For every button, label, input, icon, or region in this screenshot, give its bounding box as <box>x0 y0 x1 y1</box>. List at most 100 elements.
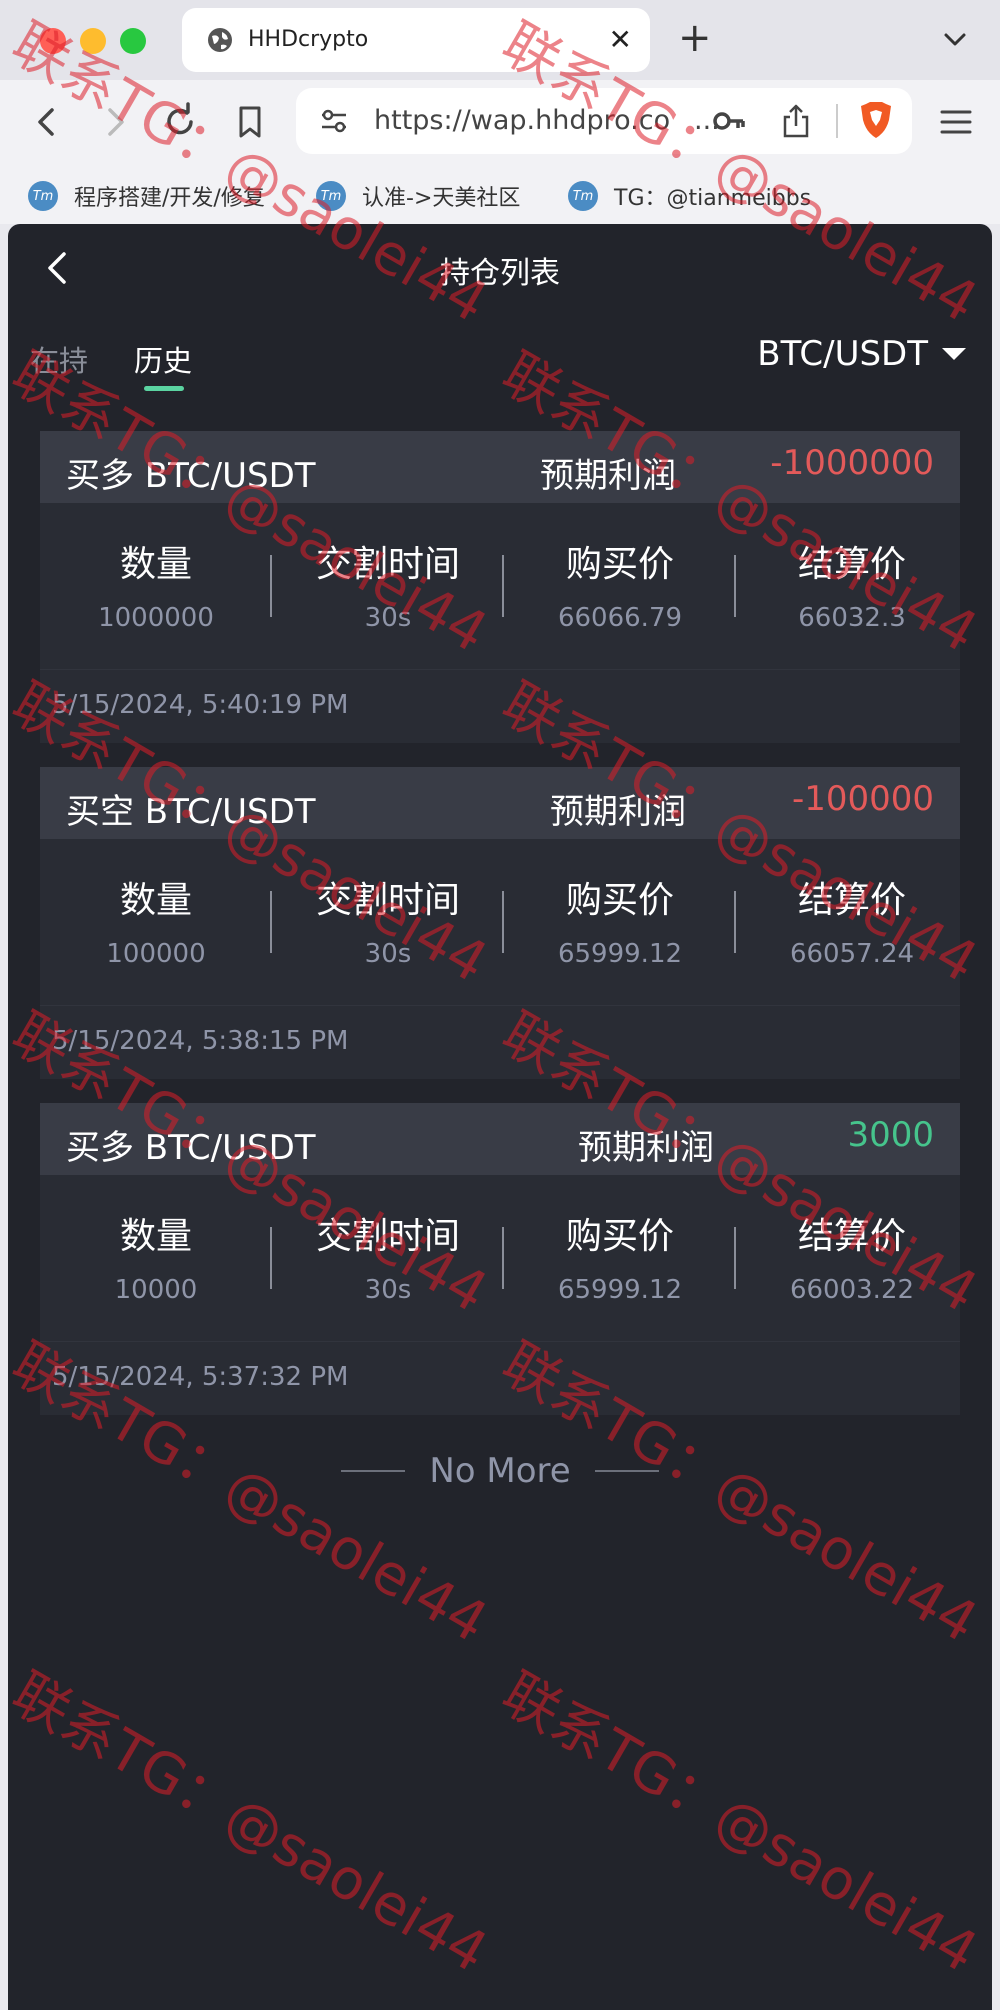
profit-value: -1000000 <box>770 443 934 483</box>
app-viewport: 持仓列表 在持 历史 BTC/USDT 买多 BTC/USDT 预期利润 -10… <box>8 224 992 2010</box>
browser-titlebar: HHDcrypto ✕ + <box>0 0 1000 80</box>
site-settings-icon[interactable] <box>318 105 350 137</box>
settle-price-column: 结算价 66032.3 <box>736 503 968 669</box>
settle-price-column: 结算价 66003.22 <box>736 1175 968 1341</box>
position-card-footer: 5/15/2024, 5:37:32 PM <box>40 1341 960 1415</box>
brave-shield-icon[interactable] <box>858 100 894 140</box>
delivery-time-value: 30s <box>364 603 412 633</box>
pair-selector[interactable]: BTC/USDT <box>757 334 966 374</box>
bookmarks-bar: Tm 程序搭建/开发/修复 Tm 认准->天美社区 Tm TG：@tianmei… <box>0 168 1000 224</box>
profit-label: 预期利润 <box>550 792 686 832</box>
settle-price-label: 结算价 <box>797 1216 906 1257</box>
bookmark-label: 认准->天美社区 <box>362 186 521 211</box>
divider-line <box>594 1470 659 1472</box>
quantity-value: 100000 <box>106 939 206 969</box>
active-tab-indicator <box>144 386 184 391</box>
quantity-column: 数量 100000 <box>40 839 272 1005</box>
delivery-time-value: 30s <box>364 939 412 969</box>
plus-icon[interactable]: + <box>678 16 712 60</box>
bookmark-item[interactable]: Tm 程序搭建/开发/修复 <box>28 174 265 218</box>
delivery-time-column: 交割时间 30s <box>272 503 504 669</box>
bookmark-icon[interactable] <box>228 100 272 144</box>
quantity-label: 数量 <box>119 880 192 921</box>
browser-toolbar: https://wap.hhdpro.co ... <box>0 80 1000 168</box>
position-side: 买空 BTC/USDT <box>66 792 316 832</box>
window-maximize-button[interactable] <box>120 28 146 54</box>
profit-label: 预期利润 <box>540 456 676 496</box>
tab-history[interactable]: 历史 <box>134 338 192 380</box>
delivery-time-column: 交割时间 30s <box>272 1175 504 1341</box>
list-end-indicator: No More <box>8 1446 992 1496</box>
bookmark-label: 程序搭建/开发/修复 <box>74 186 265 211</box>
position-card-body: 数量 1000000 交割时间 30s 购买价 66066.79 结算价 660… <box>40 503 960 669</box>
window-close-button[interactable] <box>40 28 66 54</box>
position-card-header: 买多 BTC/USDT 预期利润 3000 <box>40 1103 960 1175</box>
delivery-time-value: 30s <box>364 1275 412 1305</box>
buy-price-value: 65999.12 <box>557 939 683 969</box>
key-icon[interactable] <box>712 105 746 137</box>
buy-price-column: 购买价 66066.79 <box>504 503 736 669</box>
settle-price-value: 66057.24 <box>789 939 915 969</box>
position-list: 买多 BTC/USDT 预期利润 -1000000 数量 1000000 交割时… <box>40 431 960 1439</box>
globe-icon <box>208 28 232 52</box>
bookmark-favicon-icon: Tm <box>28 181 58 211</box>
delivery-time-label: 交割时间 <box>315 544 460 585</box>
quantity-column: 数量 10000 <box>40 1175 272 1341</box>
position-side: 买多 BTC/USDT <box>66 1128 316 1168</box>
address-divider <box>836 104 838 138</box>
menu-icon[interactable] <box>934 100 978 144</box>
reload-icon[interactable] <box>158 100 202 144</box>
chevron-down-icon[interactable] <box>940 24 970 54</box>
settle-price-column: 结算价 66057.24 <box>736 839 968 1005</box>
bookmark-label: TG：@tianmeibbs <box>614 186 812 211</box>
position-card[interactable]: 买空 BTC/USDT 预期利润 -100000 数量 100000 交割时间 … <box>40 767 960 1079</box>
browser-tab[interactable]: HHDcrypto ✕ <box>182 8 650 72</box>
settle-price-label: 结算价 <box>797 880 906 921</box>
position-card[interactable]: 买多 BTC/USDT 预期利润 3000 数量 10000 交割时间 30s … <box>40 1103 960 1415</box>
buy-price-column: 购买价 65999.12 <box>504 839 736 1005</box>
buy-price-value: 65999.12 <box>557 1275 683 1305</box>
bookmark-item[interactable]: Tm TG：@tianmeibbs <box>568 174 811 218</box>
position-card-footer: 5/15/2024, 5:40:19 PM <box>40 669 960 743</box>
back-icon[interactable] <box>26 100 70 144</box>
page-title: 持仓列表 <box>440 256 560 291</box>
buy-price-column: 购买价 65999.12 <box>504 1175 736 1341</box>
share-icon[interactable] <box>780 102 812 140</box>
buy-price-value: 66066.79 <box>557 603 683 633</box>
position-timestamp: 5/15/2024, 5:37:32 PM <box>52 1362 349 1392</box>
quantity-column: 数量 1000000 <box>40 503 272 669</box>
bookmark-favicon-icon: Tm <box>568 181 598 211</box>
forward-icon[interactable] <box>92 100 136 144</box>
position-card-body: 数量 100000 交割时间 30s 购买价 65999.12 结算价 6605… <box>40 839 960 1005</box>
position-side: 买多 BTC/USDT <box>66 456 316 496</box>
position-card-header: 买多 BTC/USDT 预期利润 -1000000 <box>40 431 960 503</box>
position-tabs: 在持 历史 BTC/USDT <box>8 324 992 394</box>
buy-price-label: 购买价 <box>565 880 674 921</box>
quantity-label: 数量 <box>119 544 192 585</box>
settle-price-value: 66003.22 <box>789 1275 915 1305</box>
settle-price-value: 66032.3 <box>798 603 906 633</box>
profit-value: -100000 <box>791 779 934 819</box>
position-card-header: 买空 BTC/USDT 预期利润 -100000 <box>40 767 960 839</box>
url-text[interactable]: https://wap.hhdpro.co <box>374 105 700 136</box>
profit-value: 3000 <box>847 1115 934 1155</box>
quantity-value: 10000 <box>114 1275 198 1305</box>
position-card-footer: 5/15/2024, 5:38:15 PM <box>40 1005 960 1079</box>
close-icon[interactable]: ✕ <box>609 22 632 58</box>
quantity-label: 数量 <box>119 1216 192 1257</box>
divider-line <box>341 1470 406 1472</box>
tab-holding[interactable]: 在持 <box>30 338 88 380</box>
bookmark-item[interactable]: Tm 认准->天美社区 <box>316 174 520 218</box>
position-card-body: 数量 10000 交割时间 30s 购买价 65999.12 结算价 66003… <box>40 1175 960 1341</box>
no-more-text: No More <box>429 1451 571 1491</box>
position-card[interactable]: 买多 BTC/USDT 预期利润 -1000000 数量 1000000 交割时… <box>40 431 960 743</box>
profit-label: 预期利润 <box>578 1128 714 1168</box>
app-header: 持仓列表 <box>8 224 992 312</box>
buy-price-label: 购买价 <box>565 544 674 585</box>
address-bar[interactable]: https://wap.hhdpro.co ... <box>296 88 912 154</box>
position-timestamp: 5/15/2024, 5:40:19 PM <box>52 690 349 720</box>
quantity-value: 1000000 <box>98 603 214 633</box>
pair-selector-label: BTC/USDT <box>757 334 928 374</box>
caret-down-icon <box>942 348 966 360</box>
window-minimize-button[interactable] <box>80 28 106 54</box>
